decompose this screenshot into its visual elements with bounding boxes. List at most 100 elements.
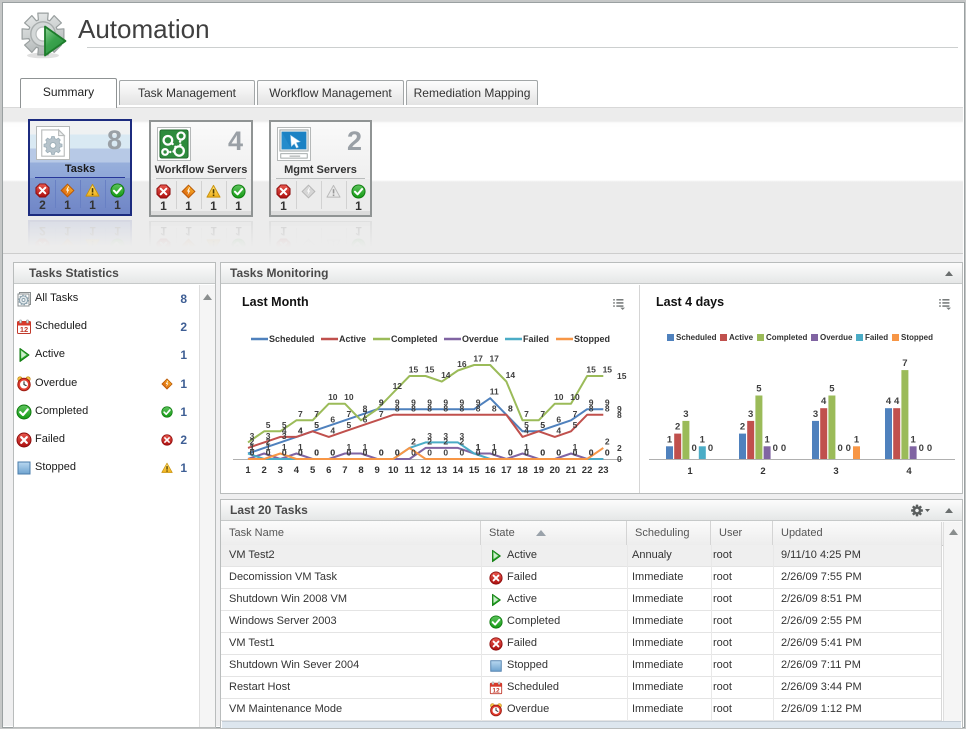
svg-text:4: 4 xyxy=(894,396,900,407)
svg-text:Scheduled: Scheduled xyxy=(269,334,315,344)
svg-text:3: 3 xyxy=(683,409,688,420)
svg-text:0: 0 xyxy=(524,448,529,458)
svg-text:12: 12 xyxy=(420,465,431,476)
svg-text:15: 15 xyxy=(617,371,627,381)
svg-text:0: 0 xyxy=(443,448,448,458)
svg-text:1: 1 xyxy=(282,442,287,452)
svg-text:0: 0 xyxy=(846,443,851,454)
svg-text:0: 0 xyxy=(363,448,368,458)
svg-text:0: 0 xyxy=(927,443,932,454)
svg-text:8: 8 xyxy=(358,465,363,476)
svg-text:23: 23 xyxy=(598,465,609,476)
svg-text:10: 10 xyxy=(328,392,338,402)
svg-text:9: 9 xyxy=(379,398,384,408)
svg-text:16: 16 xyxy=(457,359,467,369)
svg-text:10: 10 xyxy=(344,392,354,402)
svg-text:0: 0 xyxy=(589,448,594,458)
svg-text:1: 1 xyxy=(667,434,673,445)
svg-text:7: 7 xyxy=(314,409,319,419)
svg-text:6: 6 xyxy=(556,414,561,424)
svg-text:14: 14 xyxy=(506,370,516,380)
svg-text:Stopped: Stopped xyxy=(901,333,933,342)
svg-text:0: 0 xyxy=(476,448,481,458)
svg-text:0: 0 xyxy=(919,443,924,454)
svg-text:11: 11 xyxy=(404,465,415,476)
svg-text:7: 7 xyxy=(524,409,529,419)
svg-text:0: 0 xyxy=(427,448,432,458)
svg-text:2: 2 xyxy=(261,465,266,476)
svg-text:0: 0 xyxy=(250,448,255,458)
svg-text:14: 14 xyxy=(441,370,451,380)
svg-text:12: 12 xyxy=(393,381,403,391)
svg-text:2: 2 xyxy=(411,436,416,446)
svg-text:22: 22 xyxy=(582,465,593,476)
svg-text:15: 15 xyxy=(603,365,613,375)
svg-text:4: 4 xyxy=(821,396,827,407)
svg-text:7: 7 xyxy=(347,409,352,419)
svg-text:0: 0 xyxy=(330,448,335,458)
svg-text:8: 8 xyxy=(492,403,497,413)
svg-text:7: 7 xyxy=(902,358,907,369)
svg-text:7: 7 xyxy=(363,409,368,419)
svg-text:3: 3 xyxy=(427,431,432,441)
svg-text:13: 13 xyxy=(437,465,448,476)
svg-text:8: 8 xyxy=(395,403,400,413)
svg-text:0: 0 xyxy=(492,448,497,458)
svg-text:0: 0 xyxy=(347,448,352,458)
svg-text:0: 0 xyxy=(395,448,400,458)
svg-text:8: 8 xyxy=(605,403,610,413)
svg-text:10: 10 xyxy=(554,392,564,402)
svg-text:7: 7 xyxy=(342,465,347,476)
svg-text:4: 4 xyxy=(298,425,303,435)
svg-text:15: 15 xyxy=(425,365,435,375)
svg-text:Overdue: Overdue xyxy=(462,334,499,344)
svg-text:9: 9 xyxy=(375,465,380,476)
svg-text:0: 0 xyxy=(266,448,271,458)
svg-text:3: 3 xyxy=(250,431,255,441)
svg-text:19: 19 xyxy=(533,465,544,476)
svg-text:8: 8 xyxy=(460,403,465,413)
svg-text:7: 7 xyxy=(573,409,578,419)
svg-text:Failed: Failed xyxy=(865,333,888,342)
svg-text:15: 15 xyxy=(469,465,480,476)
svg-text:4: 4 xyxy=(294,465,300,476)
svg-text:3: 3 xyxy=(748,409,753,420)
svg-text:4: 4 xyxy=(330,425,335,435)
svg-text:1: 1 xyxy=(700,434,706,445)
svg-text:3: 3 xyxy=(278,465,283,476)
svg-text:Failed: Failed xyxy=(523,334,549,344)
svg-text:0: 0 xyxy=(540,448,545,458)
svg-text:14: 14 xyxy=(453,465,464,476)
svg-text:0: 0 xyxy=(411,448,416,458)
svg-text:8: 8 xyxy=(476,403,481,413)
svg-text:0: 0 xyxy=(460,448,465,458)
svg-text:0: 0 xyxy=(773,443,778,454)
svg-text:0: 0 xyxy=(298,448,303,458)
svg-text:15: 15 xyxy=(586,365,596,375)
svg-text:Overdue: Overdue xyxy=(820,333,853,342)
svg-text:1: 1 xyxy=(854,434,860,445)
svg-text:1: 1 xyxy=(245,465,251,476)
svg-text:11: 11 xyxy=(490,387,499,397)
svg-text:0: 0 xyxy=(691,443,696,454)
svg-text:4: 4 xyxy=(524,425,529,435)
svg-text:3: 3 xyxy=(266,431,271,441)
svg-text:Active: Active xyxy=(339,334,366,344)
svg-text:3: 3 xyxy=(833,466,838,477)
svg-text:Completed: Completed xyxy=(766,333,807,342)
svg-text:8: 8 xyxy=(411,403,416,413)
svg-text:0: 0 xyxy=(605,448,610,458)
svg-text:3: 3 xyxy=(443,431,448,441)
svg-text:1: 1 xyxy=(910,434,916,445)
svg-text:5: 5 xyxy=(829,384,835,395)
svg-text:Stopped: Stopped xyxy=(574,334,610,344)
svg-text:5: 5 xyxy=(314,420,319,430)
svg-text:2: 2 xyxy=(605,436,610,446)
svg-text:5: 5 xyxy=(573,420,578,430)
svg-text:4: 4 xyxy=(886,396,892,407)
svg-text:1: 1 xyxy=(764,434,770,445)
svg-text:2: 2 xyxy=(760,466,765,477)
svg-text:5: 5 xyxy=(266,420,271,430)
svg-text:1: 1 xyxy=(687,466,693,477)
svg-text:0: 0 xyxy=(781,443,786,454)
